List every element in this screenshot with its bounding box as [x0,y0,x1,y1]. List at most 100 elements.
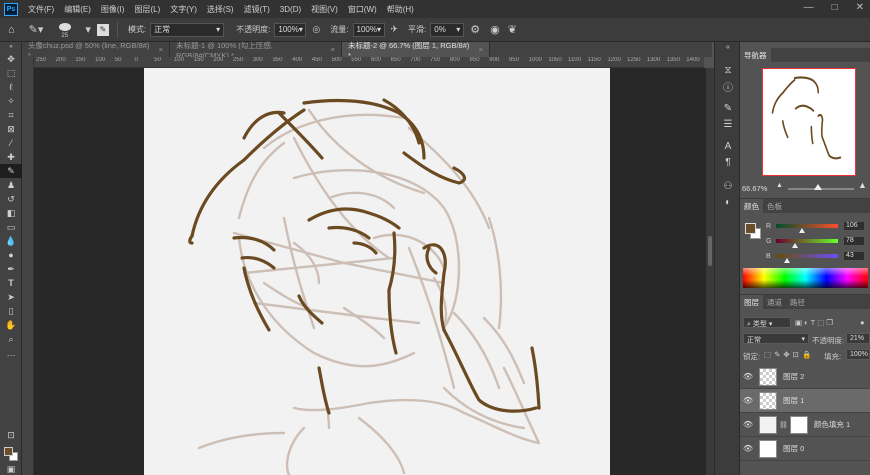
red-slider-knob[interactable] [799,228,805,233]
tab-navigator[interactable]: 导航器 [740,48,771,62]
menu-layer[interactable]: 图层(L) [134,4,160,15]
red-slider[interactable] [776,224,838,233]
visibility-eye-icon[interactable]: 👁 [740,372,756,381]
hand-tool-icon[interactable]: ✋ [0,318,22,332]
close-icon[interactable]: × [159,45,163,54]
document-canvas[interactable] [144,68,610,475]
menu-window[interactable]: 窗口(W) [348,4,377,15]
clone-stamp-tool-icon[interactable]: ♟ [0,178,22,192]
navigator-thumbnail[interactable] [762,68,856,176]
move-tool-icon[interactable]: ✥ [0,52,22,66]
menu-image[interactable]: 图像(I) [101,4,125,15]
menu-3d[interactable]: 3D(D) [280,5,301,14]
tab-layers[interactable]: 图层 [740,295,763,309]
blue-slider-knob[interactable] [784,258,790,263]
lasso-tool-icon[interactable]: ℓ [0,80,22,94]
tab-document-3[interactable]: 未标题-2 @ 66.7% (图层 1, RGB/8#) * × [342,41,490,60]
collapse-panels-icon[interactable]: « [715,42,741,52]
green-slider[interactable] [776,239,838,248]
tab-channels[interactable]: 通道 [763,295,786,309]
paragraph-icon[interactable]: ¶ [715,154,741,170]
visibility-eye-icon[interactable]: 👁 [740,444,756,453]
layer-name[interactable]: 图层 1 [783,395,804,406]
color-fg-swatch[interactable] [745,223,756,234]
brush-panel-icon[interactable]: ✎ [715,100,741,116]
layer-kind-filter[interactable]: ⌕ 类型 ▾ [743,317,791,328]
layer-name[interactable]: 颜色填充 1 [814,419,850,430]
healing-brush-tool-icon[interactable]: ✚ [0,150,22,164]
menu-file[interactable]: 文件(F) [28,4,54,15]
tab-document-2[interactable]: 未标题-1 @ 100% (勾上压感, RGB/8#/CMYK) * × [170,41,342,60]
vertical-scrollbar[interactable] [706,68,714,475]
blue-value[interactable]: 43 [843,251,865,261]
smoothing-field[interactable]: 0% ▾ [430,22,465,37]
red-value[interactable]: 106 [843,221,865,231]
canvas-workspace[interactable] [34,68,706,475]
brush-tool-icon[interactable]: ✎ [0,164,22,178]
layer-row-0[interactable]: 👁 图层 0 [740,437,870,461]
close-icon[interactable]: × [479,45,483,54]
info-icon[interactable]: ⓘ [715,78,741,94]
menu-select[interactable]: 选择(S) [207,4,234,15]
eraser-tool-icon[interactable]: ◧ [0,206,22,220]
marquee-tool-icon[interactable]: ⬚ [0,66,22,80]
more-tools-icon[interactable]: … [0,346,22,360]
crop-tool-icon[interactable]: ⌗ [0,108,22,122]
scrollbar-thumb[interactable] [708,236,712,266]
layer-name[interactable]: 图层 2 [783,371,804,382]
blue-slider[interactable] [776,254,838,263]
gradient-tool-icon[interactable]: ▭ [0,220,22,234]
close-icon[interactable]: × [331,45,335,54]
tab-paths[interactable]: 路径 [786,295,809,309]
type-tool-icon[interactable]: T [0,276,22,290]
zoom-in-icon[interactable]: ▲ [858,180,867,190]
navigator-zoom-value[interactable]: 66.67% [742,184,767,193]
history-brush-tool-icon[interactable]: ↺ [0,192,22,206]
navigator-zoom-slider[interactable] [788,184,854,190]
airbrush-icon[interactable]: ✈ [391,24,399,35]
layer-mask-thumbnail[interactable] [789,415,808,434]
blur-tool-icon[interactable]: 💧 [0,234,22,248]
toolbar-collapse-icon[interactable]: » [0,42,22,52]
visibility-eye-icon[interactable]: 👁 [740,396,756,405]
opacity-field[interactable]: 100% ▾ [274,22,307,37]
layer-filter-icons[interactable]: ▣◐T⬚❐ [795,318,835,327]
blend-mode-select[interactable]: 正常 ▾ [743,333,809,344]
brush-tip-icon[interactable]: 25 [57,21,73,39]
brush-panel-toggle-icon[interactable]: ▾ [85,23,91,36]
filter-toggle-icon[interactable]: ● [860,318,865,327]
character-icon[interactable]: A [715,138,741,154]
layer-row-1[interactable]: 👁 图层 1 [740,389,870,413]
eyedropper-tool-icon[interactable]: ⁄ [0,136,22,150]
libraries-icon[interactable]: ⚇ [715,178,741,194]
fill-field[interactable]: 100% [846,349,870,360]
brush-preset-icon[interactable]: ✎▾ [29,23,44,36]
quick-select-tool-icon[interactable]: ✧ [0,94,22,108]
visibility-eye-icon[interactable]: 👁 [740,420,756,429]
symmetry-icon[interactable]: ❦ [508,23,517,36]
menu-type[interactable]: 文字(Y) [170,4,197,15]
close-button[interactable]: ✕ [856,2,864,13]
menu-filter[interactable]: 滤镜(T) [244,4,270,15]
brush-settings-panel-icon[interactable]: ☰ [715,116,741,132]
tab-color[interactable]: 颜色 [740,199,763,213]
adjustments-icon[interactable]: ◐ [715,194,741,210]
history-icon[interactable]: ⧖ [715,62,741,78]
layer-row-2[interactable]: 👁 图层 2 [740,365,870,389]
lock-icons[interactable]: ⬚✎✥⊡🔒 [764,350,814,359]
pressure-size-icon[interactable]: ◉ [490,23,500,36]
dodge-tool-icon[interactable]: ● [0,248,22,262]
foreground-color-swatch[interactable] [4,447,13,456]
frame-tool-icon[interactable]: ⊠ [0,122,22,136]
layer-opacity-field[interactable]: 21% [846,333,870,344]
zoom-out-icon[interactable]: ▲ [776,182,783,189]
layer-row-fill[interactable]: 👁 ⛓ 颜色填充 1 [740,413,870,437]
menu-edit[interactable]: 编辑(E) [64,4,91,15]
color-spectrum[interactable] [743,268,868,288]
slider-knob[interactable] [814,184,822,190]
pressure-opacity-icon[interactable]: ◎ [312,24,320,35]
green-value[interactable]: 78 [843,236,865,246]
path-select-tool-icon[interactable]: ➤ [0,290,22,304]
flow-field[interactable]: 100% ▾ [352,22,385,37]
home-icon[interactable]: ⌂ [8,24,15,36]
